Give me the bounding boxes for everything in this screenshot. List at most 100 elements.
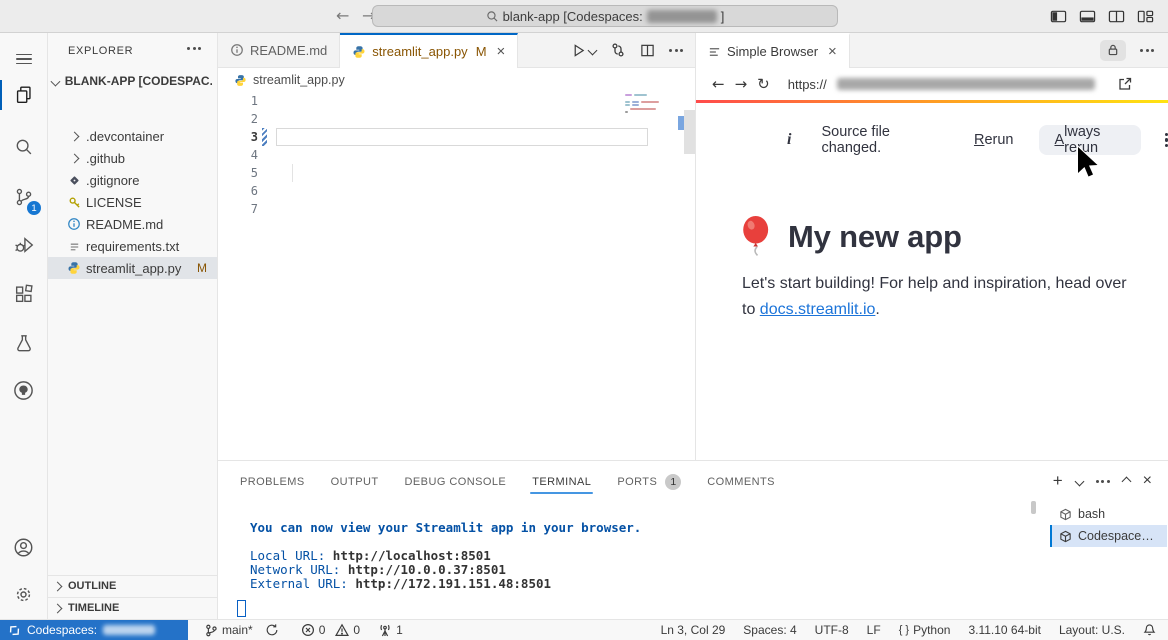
eol[interactable]: LF [867,623,881,637]
docs-link[interactable]: docs.streamlit.io [760,301,876,318]
history-back-icon[interactable]: ← [336,6,349,25]
code-editor[interactable]: 1 2 3 4 5 6 7 import streamlit as st st.… [218,92,695,460]
split-editor-layout-icon[interactable] [1108,8,1125,25]
tree-item-gitignore[interactable]: .gitignore [48,169,217,191]
branch-indicator[interactable]: main* [204,623,253,638]
browser-reload-icon[interactable]: ↻ [757,75,770,93]
new-terminal-icon[interactable]: + [1053,471,1063,491]
python-interpreter[interactable]: 3.11.10 64-bit [968,623,1041,637]
line-number: 5 [224,164,258,182]
browser-forward-icon[interactable]: → [735,75,748,93]
chevron-down-icon [51,76,61,86]
notifications-bell-icon[interactable] [1143,623,1156,637]
tab-terminal[interactable]: TERMINAL [532,476,591,488]
forwarded-ports-indicator[interactable]: 1 [378,623,403,637]
customize-layout-icon[interactable] [1137,8,1154,25]
close-panel-icon[interactable]: × [1143,472,1152,490]
outline-section[interactable]: OUTLINE [48,575,217,596]
close-tab-icon[interactable]: × [828,43,837,60]
timeline-section[interactable]: TIMELINE [48,597,217,618]
accounts-icon[interactable] [0,529,47,565]
errors-icon [301,623,315,637]
remote-icon [8,624,21,637]
window-title: blank-app [Codespaces: [503,9,643,24]
balloon-icon [741,216,773,258]
settings-gear-icon[interactable] [0,576,47,612]
editor-tabs: README.md streamlit_app.py M × [218,33,695,68]
tree-item-github-folder[interactable]: .github [48,147,217,169]
terminal-session-bash[interactable]: bash [1050,503,1167,525]
app-body-text: Let's start building! For help and inspi… [742,271,1142,323]
tree-item-readme[interactable]: README.md [48,213,217,235]
tab-comments[interactable]: COMMENTS [707,476,775,488]
more-actions-icon[interactable] [1096,480,1110,483]
editor-scrollbar[interactable] [684,110,695,154]
tab-simple-browser[interactable]: Simple Browser × [696,33,850,68]
source-changed-notice: Source file changed. [821,124,934,156]
more-actions-icon[interactable] [1140,49,1154,52]
tab-problems[interactable]: PROBLEMS [240,476,305,488]
more-actions-icon[interactable] [669,49,683,52]
toggle-panel-icon[interactable] [1079,8,1096,25]
tab-ports[interactable]: PORTS1 [617,474,681,490]
vscode-window: ← → blank-app [Codespaces: ] 1 [0,0,1168,640]
terminal-session-codespace[interactable]: Codespace… [1050,525,1167,547]
encoding[interactable]: UTF-8 [815,623,849,637]
sync-button[interactable] [265,623,279,637]
terminal-icon [1059,508,1072,521]
chevron-right-icon [53,581,63,591]
remote-indicator[interactable]: Codespaces: [0,620,188,640]
app-title: My new app [788,219,962,255]
chevron-down-icon[interactable] [588,45,598,55]
terminal-line: Network URL: http://10.0.0.37:8501 [250,563,506,577]
tab-readme[interactable]: README.md [218,33,340,67]
cursor-position[interactable]: Ln 3, Col 29 [661,623,726,637]
testing-icon[interactable] [0,326,47,362]
tree-item-license[interactable]: LICENSE [48,191,217,213]
url-protocol[interactable]: https:// [788,77,827,92]
editor-group: README.md streamlit_app.py M × streamlit… [218,33,695,460]
run-debug-icon[interactable] [0,227,47,263]
search-sidebar-icon[interactable] [0,129,47,165]
source-control-icon[interactable]: 1 [0,179,47,215]
breadcrumb[interactable]: streamlit_app.py [218,68,695,92]
tab-output[interactable]: OUTPUT [331,476,379,488]
explorer-icon[interactable] [0,77,47,113]
indentation[interactable]: Spaces: 4 [743,623,796,637]
explorer-more-actions-icon[interactable] [187,47,201,50]
menu-icon[interactable] [0,41,47,77]
tree-item-streamlit-app[interactable]: streamlit_app.py M [48,257,217,279]
lock-button[interactable] [1100,40,1126,61]
window-title-suffix: ] [721,9,725,24]
problems-indicator[interactable]: 0 0 [301,623,360,637]
command-center-search[interactable]: blank-app [Codespaces: ] [372,5,838,27]
panel-scrollbar[interactable] [1031,501,1036,514]
browser-tabs: Simple Browser × [696,33,1168,68]
run-above-below-icon[interactable] [610,42,626,58]
run-python-file-button[interactable] [571,43,596,58]
close-tab-icon[interactable]: × [497,43,506,60]
minimap[interactable] [622,92,672,115]
browser-back-icon[interactable]: ← [712,75,725,93]
split-editor-icon[interactable] [640,43,655,58]
language-mode[interactable]: { }Python [899,623,951,637]
open-external-icon[interactable] [1117,76,1133,92]
tree-item-devcontainer[interactable]: .devcontainer [48,125,217,147]
workspace-root-folder[interactable]: BLANK-APP [CODESPAC... [52,70,212,92]
line-number: 4 [224,146,258,164]
tab-debug-console[interactable]: DEBUG CONSOLE [405,476,507,488]
simple-browser-group: Simple Browser × ← → ↻ https:// i Source… [695,33,1168,460]
maximize-panel-icon[interactable] [1121,476,1131,486]
browser-toolbar: ← → ↻ https:// [696,68,1168,100]
toggle-sidebar-icon[interactable] [1050,8,1067,25]
keyboard-layout[interactable]: Layout: U.S. [1059,623,1125,637]
terminal-dropdown-icon[interactable] [1074,476,1084,486]
tab-streamlit-app[interactable]: streamlit_app.py M × [340,33,518,68]
chevron-right-icon [53,603,63,613]
extensions-icon[interactable] [0,276,47,312]
rerun-button[interactable]: Rerun [974,132,1014,148]
tree-item-requirements[interactable]: requirements.txt [48,235,217,257]
github-icon[interactable] [0,372,47,408]
redacted-url [837,78,1095,90]
warnings-icon [335,623,349,637]
